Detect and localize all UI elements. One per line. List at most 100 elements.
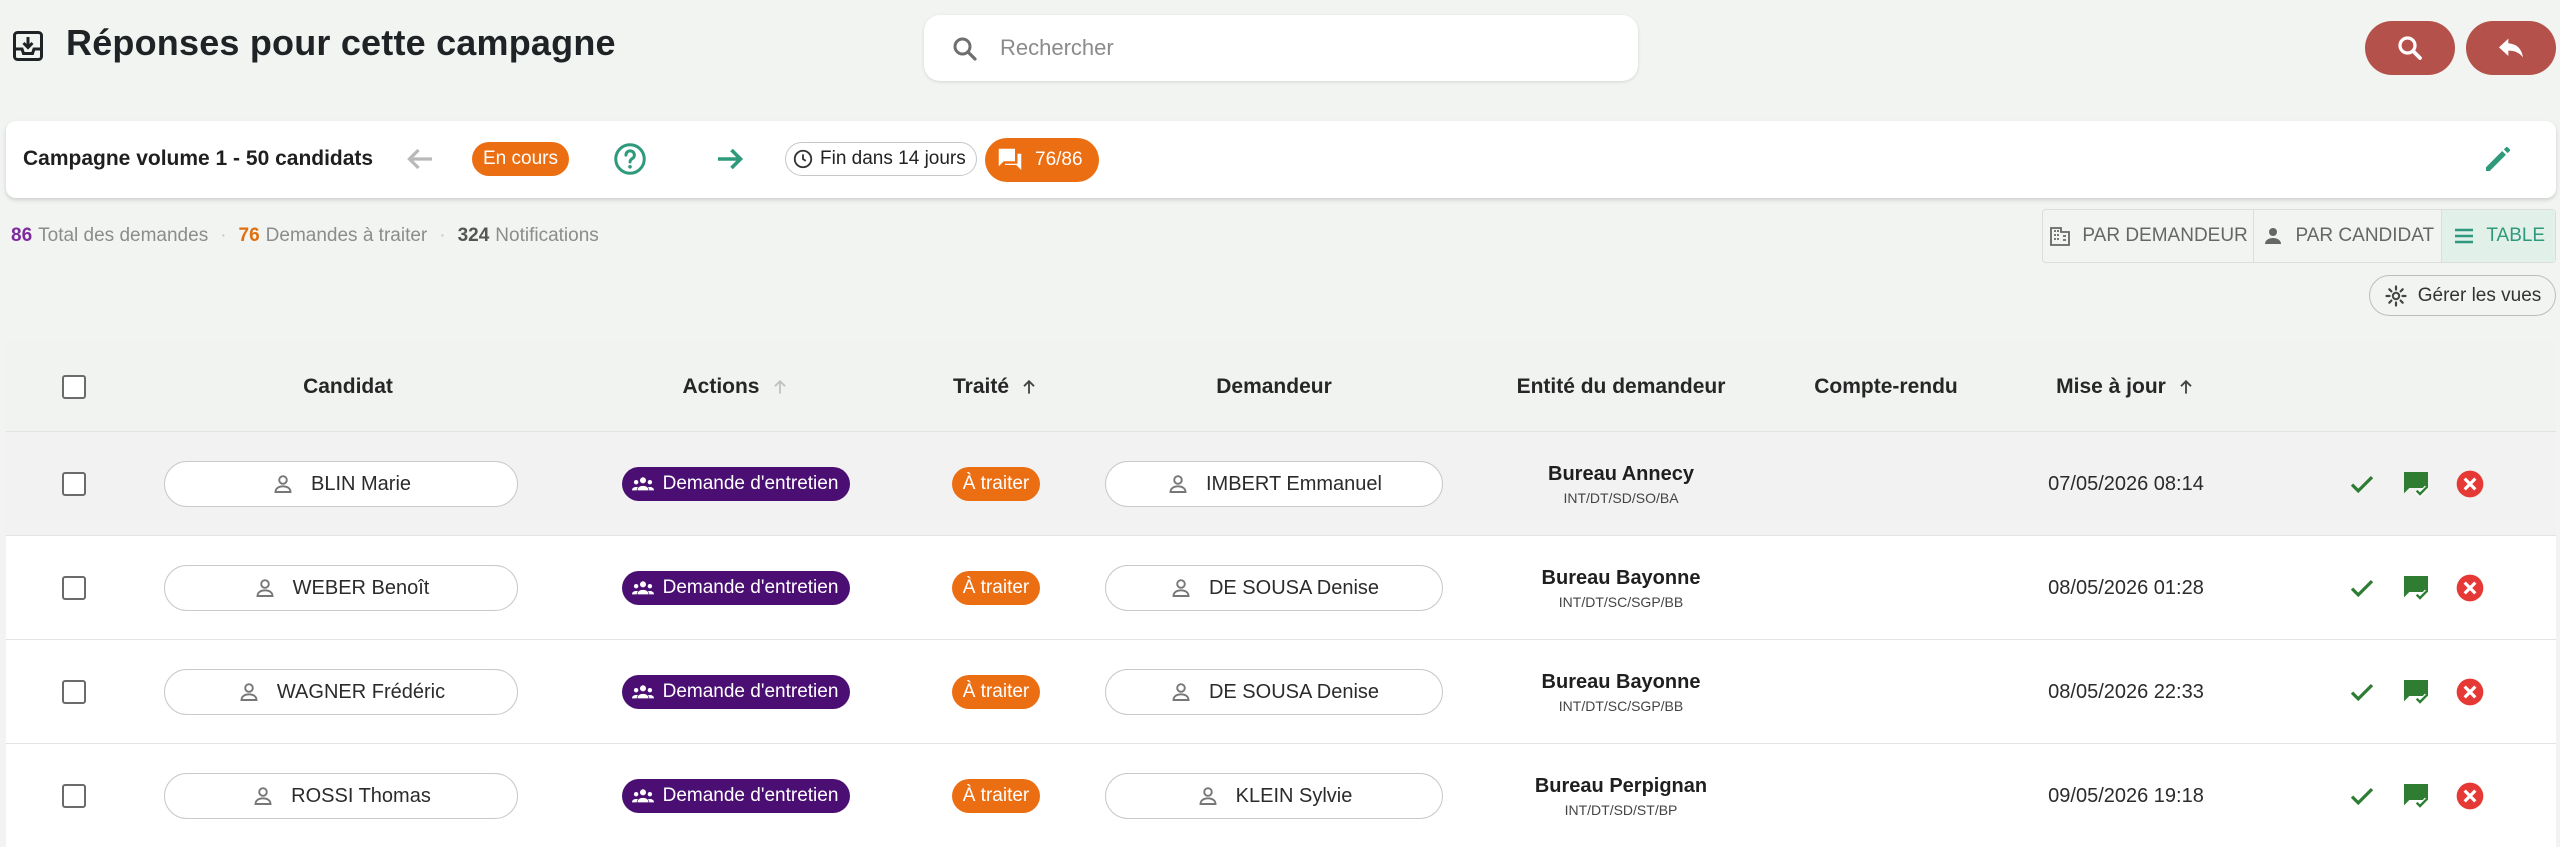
reject-button[interactable] [2452, 570, 2488, 606]
entity-code: INT/DT/SC/SGP/BB [1558, 697, 1684, 714]
row-checkbox[interactable] [62, 680, 86, 704]
column-header-demandeur[interactable]: Demandeur [1105, 342, 1443, 432]
comment-done-button[interactable] [2398, 570, 2434, 606]
comment-done-button[interactable] [2398, 466, 2434, 502]
action-label: Demande d'entretien [662, 577, 839, 598]
clock-icon [793, 149, 813, 169]
cancel-circle-icon [2456, 782, 2484, 810]
comment-done-button[interactable] [2398, 674, 2434, 710]
candidate-name: WEBER Benoît [292, 576, 430, 599]
cancel-circle-icon [2456, 678, 2484, 706]
column-header-actions[interactable]: Actions [606, 342, 866, 432]
responses-button[interactable]: 76/86 [985, 138, 1099, 182]
row-checkbox[interactable] [62, 472, 86, 496]
table-header: Candidat Actions Traité Demandeur Entité… [6, 342, 2556, 432]
entity-name: Bureau Annecy [1548, 462, 1694, 485]
entity-name: Bureau Bayonne [1541, 566, 1701, 589]
candidate-name: BLIN Marie [310, 472, 412, 495]
requester-name: KLEIN Sylvie [1235, 784, 1353, 807]
group-icon [631, 789, 654, 803]
column-header-compte-rendu[interactable]: Compte-rendu [1776, 342, 1996, 432]
updated-date: 08/05/2026 22:33 [2048, 680, 2204, 703]
search-input[interactable] [1000, 29, 1600, 67]
person-icon [256, 579, 274, 597]
column-header-mise-a-jour[interactable]: Mise à jour [2026, 342, 2226, 432]
updated-date: 09/05/2026 19:18 [2048, 784, 2204, 807]
reject-button[interactable] [2452, 674, 2488, 710]
approve-button[interactable] [2344, 674, 2380, 710]
divider: · [220, 225, 227, 246]
requester-chip[interactable]: IMBERT Emmanuel [1105, 461, 1443, 507]
group-icon [631, 685, 654, 699]
person-icon [274, 475, 292, 493]
responses-table: Candidat Actions Traité Demandeur Entité… [6, 342, 2556, 847]
person-icon [1169, 475, 1187, 493]
search-box[interactable] [924, 15, 1638, 81]
search-icon [2398, 36, 2422, 60]
search-icon [953, 37, 977, 61]
help-circle-icon[interactable] [612, 141, 648, 177]
updated-date: 08/05/2026 01:28 [2048, 576, 2204, 599]
responses-count: 76/86 [1035, 149, 1083, 170]
requester-name: IMBERT Emmanuel [1206, 472, 1382, 495]
requester-chip[interactable]: DE SOUSA Denise [1105, 565, 1443, 611]
view-by-requester-button[interactable]: PAR DEMANDEUR [2043, 210, 2255, 262]
manage-views-button[interactable]: Gérer les vues [2369, 275, 2556, 316]
search-button[interactable] [2365, 21, 2455, 75]
table-row[interactable]: WAGNER Frédéric Demande d'entretien À tr… [6, 640, 2556, 744]
candidate-chip[interactable]: ROSSI Thomas [164, 773, 518, 819]
candidate-chip[interactable]: WAGNER Frédéric [164, 669, 518, 715]
table-row[interactable]: WEBER Benoît Demande d'entretien À trait… [6, 536, 2556, 640]
person-icon [1172, 683, 1190, 701]
approve-button[interactable] [2344, 466, 2380, 502]
view-toggle: PAR DEMANDEUR PAR CANDIDAT TABLE [2042, 209, 2556, 263]
action-badge: Demande d'entretien [621, 675, 851, 709]
row-actions [2344, 536, 2494, 640]
table-row[interactable]: BLIN Marie Demande d'entretien À traiter… [6, 432, 2556, 536]
action-badge: Demande d'entretien [621, 467, 851, 501]
candidate-chip[interactable]: BLIN Marie [164, 461, 518, 507]
row-actions [2344, 744, 2494, 847]
approve-button[interactable] [2344, 570, 2380, 606]
deadline-badge: Fin dans 14 jours [785, 142, 977, 176]
status-badge: En cours [472, 142, 569, 176]
candidate-chip[interactable]: WEBER Benoît [164, 565, 518, 611]
edit-icon[interactable] [2480, 141, 2516, 177]
total-count: 86 [11, 225, 33, 246]
comment-done-button[interactable] [2398, 778, 2434, 814]
action-badge: Demande d'entretien [621, 779, 851, 813]
view-table-button[interactable]: TABLE [2442, 210, 2555, 262]
pending-count: 76 [238, 225, 260, 246]
requester-chip[interactable]: DE SOUSA Denise [1105, 669, 1443, 715]
approve-button[interactable] [2344, 778, 2380, 814]
reject-button[interactable] [2452, 466, 2488, 502]
column-header-entite[interactable]: Entité du demandeur [1486, 342, 1756, 432]
cancel-circle-icon [2456, 574, 2484, 602]
row-checkbox[interactable] [62, 576, 86, 600]
check-icon [2350, 683, 2374, 702]
back-button[interactable] [2466, 21, 2556, 75]
list-icon [2455, 228, 2474, 244]
arrow-left-icon[interactable] [402, 141, 438, 177]
traite-badge: À traiter [951, 675, 1041, 709]
gear-icon [2385, 284, 2407, 307]
row-checkbox[interactable] [62, 784, 86, 808]
traite-badge: À traiter [951, 571, 1041, 605]
entity-name: Bureau Bayonne [1541, 670, 1701, 693]
select-all-checkbox[interactable] [62, 375, 86, 399]
comment-check-icon [2404, 680, 2429, 706]
campaign-bar: Campagne volume 1 - 50 candidats En cour… [6, 121, 2556, 198]
compte-rendu-cell [1776, 744, 1996, 847]
reject-button[interactable] [2452, 778, 2488, 814]
table-row[interactable]: ROSSI Thomas Demande d'entretien À trait… [6, 744, 2556, 847]
compte-rendu-cell [1776, 640, 1996, 744]
row-actions [2344, 432, 2494, 536]
arrow-right-icon[interactable] [712, 141, 748, 177]
view-by-candidate-button[interactable]: PAR CANDIDAT [2254, 210, 2443, 262]
column-header-traite[interactable]: Traité [906, 342, 1086, 432]
column-header-candidat[interactable]: Candidat [171, 342, 525, 432]
notifications-label: Notifications [495, 225, 599, 246]
person-icon [2265, 228, 2282, 244]
requester-chip[interactable]: KLEIN Sylvie [1105, 773, 1443, 819]
candidate-name: ROSSI Thomas [291, 784, 431, 807]
